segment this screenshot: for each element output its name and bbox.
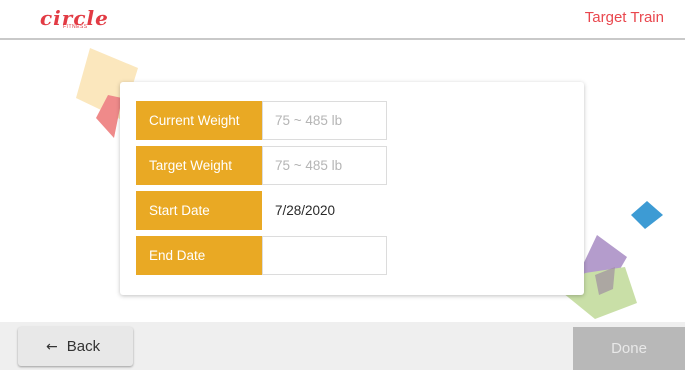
- start-date-value[interactable]: 7/28/2020: [262, 191, 387, 230]
- app-header: circle FITNESS Target Train: [0, 0, 685, 40]
- left-arrow-icon: ←: [46, 339, 58, 355]
- end-date-input[interactable]: [262, 236, 387, 275]
- current-weight-row: Current Weight 75 ~ 485 lb: [136, 101, 387, 140]
- target-weight-input[interactable]: 75 ~ 485 lb: [262, 146, 387, 185]
- page-title: Target Train: [584, 9, 664, 26]
- back-button-label: Back: [66, 338, 101, 355]
- end-date-row: End Date: [136, 236, 387, 275]
- done-button[interactable]: Done: [573, 327, 685, 370]
- start-date-row: Start Date 7/28/2020: [136, 191, 387, 230]
- end-date-label: End Date: [136, 236, 262, 275]
- target-weight-row: Target Weight 75 ~ 485 lb: [136, 146, 387, 185]
- back-button[interactable]: ← Back: [18, 327, 133, 366]
- current-weight-input[interactable]: 75 ~ 485 lb: [262, 101, 387, 140]
- target-weight-label: Target Weight: [136, 146, 262, 185]
- target-form-card: Current Weight 75 ~ 485 lb Target Weight…: [120, 82, 584, 295]
- logo-subtitle: FITNESS: [63, 24, 88, 30]
- start-date-label: Start Date: [136, 191, 262, 230]
- current-weight-label: Current Weight: [136, 101, 262, 140]
